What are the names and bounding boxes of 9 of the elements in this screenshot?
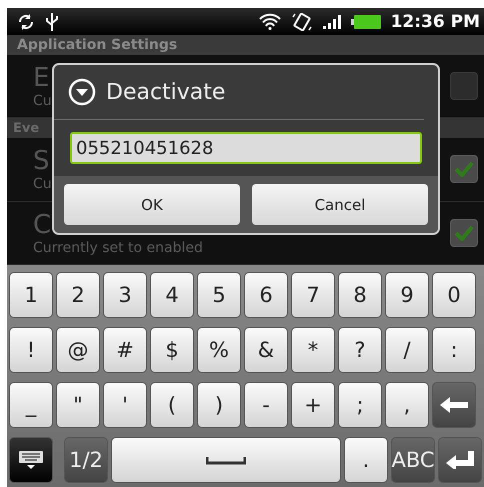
item-summary: Cu xyxy=(33,176,52,192)
item-summary: Currently set to enabled xyxy=(33,240,203,256)
status-time: 12:36 PM xyxy=(390,12,480,32)
dialog-title: Deactivate xyxy=(106,80,226,104)
item-title: S xyxy=(33,146,50,176)
section-header: Application Settings xyxy=(7,35,484,55)
item-summary: Cu xyxy=(33,93,52,110)
item-title: C xyxy=(33,210,52,240)
item-title: E xyxy=(33,63,50,94)
